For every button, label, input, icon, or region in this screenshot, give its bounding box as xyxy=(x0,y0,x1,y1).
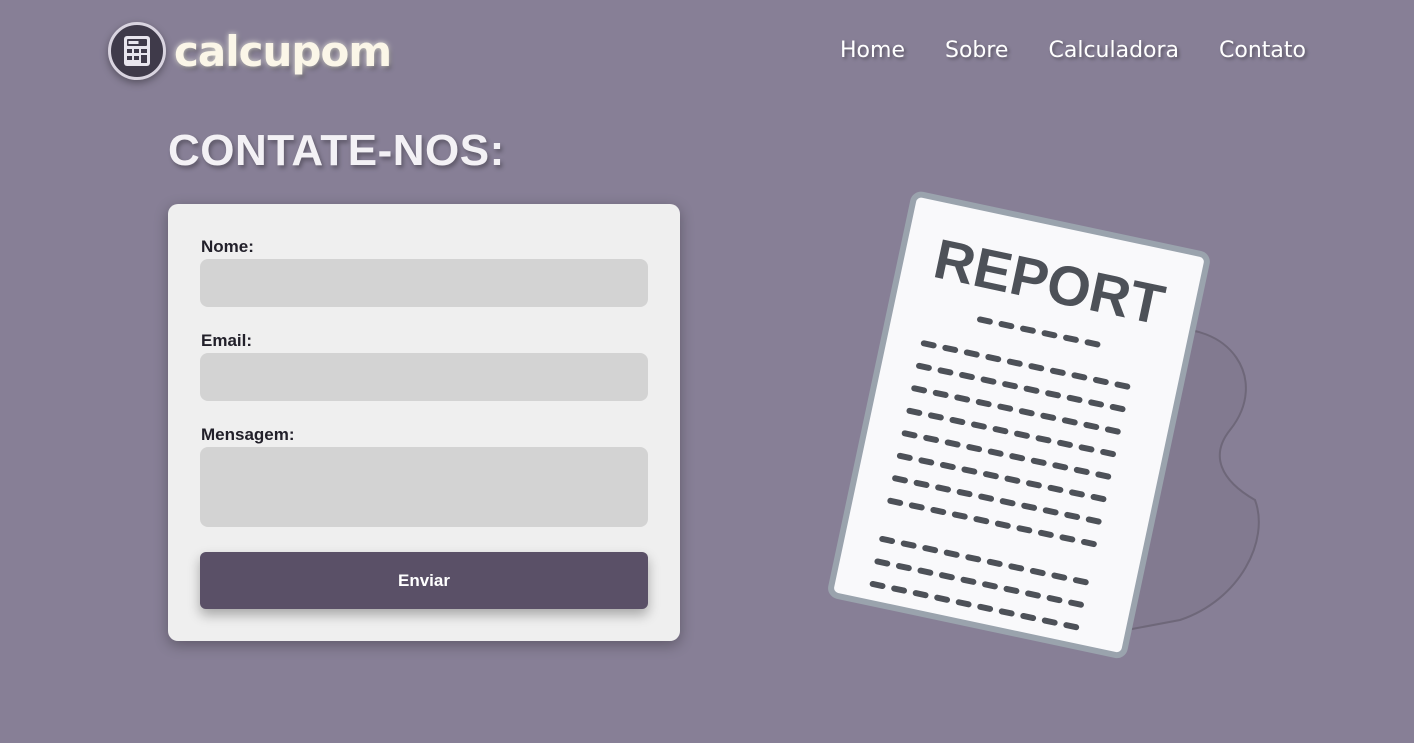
email-input[interactable] xyxy=(200,353,648,401)
nav-sobre[interactable]: Sobre xyxy=(945,38,1009,63)
site-header: calcupom Home Sobre Calculadora Contato xyxy=(0,0,1414,110)
page-title: CONTATE-NOS: xyxy=(168,126,505,175)
message-textarea[interactable] xyxy=(200,447,648,527)
nav-calculadora[interactable]: Calculadora xyxy=(1048,38,1179,63)
main-nav: Home Sobre Calculadora Contato xyxy=(840,38,1306,63)
submit-button[interactable]: Enviar xyxy=(200,552,648,609)
report-illustration: REPORT xyxy=(800,180,1280,660)
name-label: Nome: xyxy=(201,237,254,256)
report-document-icon: REPORT xyxy=(828,191,1260,659)
logo[interactable]: calcupom xyxy=(108,22,392,80)
name-input[interactable] xyxy=(200,259,648,307)
message-label: Mensagem: xyxy=(201,425,295,444)
email-label: Email: xyxy=(201,331,253,350)
brand-name: calcupom xyxy=(174,26,392,76)
nav-home[interactable]: Home xyxy=(840,38,905,63)
contact-form: Nome: Email: Mensagem: Enviar xyxy=(168,204,680,641)
calculator-icon xyxy=(108,22,166,80)
nav-contato[interactable]: Contato xyxy=(1219,38,1306,63)
